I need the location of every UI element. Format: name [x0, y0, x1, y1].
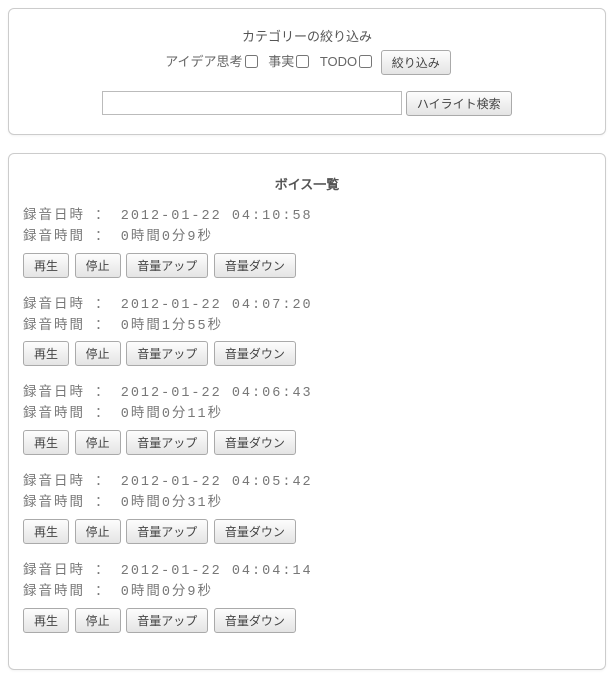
volume-down-button[interactable]: 音量ダウン [214, 253, 296, 278]
stop-button[interactable]: 停止 [75, 253, 121, 278]
voice-item: 録音日時 ： 2012-01-22 04:04:14 録音時間 ： 0時間0分9秒… [23, 562, 591, 633]
search-input[interactable] [102, 91, 402, 115]
category-option[interactable]: 事実 [268, 54, 312, 69]
meta-label-duration: 録音時間 [23, 496, 85, 511]
voice-list-title: ボイス一覧 [23, 174, 591, 193]
category-label: アイデア思考 [165, 54, 242, 69]
meta-value-datetime: 2012-01-22 04:04:14 [121, 564, 313, 579]
meta-sep: ： [95, 475, 111, 490]
meta-label-duration: 録音時間 [23, 319, 85, 334]
voice-controls: 再生 停止 音量アップ 音量ダウン [23, 608, 591, 633]
volume-up-button[interactable]: 音量アップ [126, 253, 208, 278]
volume-up-button[interactable]: 音量アップ [126, 519, 208, 544]
category-option[interactable]: アイデア思考 [165, 54, 260, 69]
filter-panel: カテゴリーの絞り込み アイデア思考 事実 TODO 絞り込み ハイライト検索 [8, 8, 606, 135]
meta-label-datetime: 録音日時 [23, 564, 85, 579]
meta-label-datetime: 録音日時 [23, 386, 85, 401]
voice-meta: 録音日時 ： 2012-01-22 04:04:14 録音時間 ： 0時間0分9秒 [23, 562, 591, 604]
stop-button[interactable]: 停止 [75, 430, 121, 455]
volume-down-button[interactable]: 音量ダウン [214, 608, 296, 633]
stop-button[interactable]: 停止 [75, 608, 121, 633]
meta-value-datetime: 2012-01-22 04:06:43 [121, 386, 313, 401]
play-button[interactable]: 再生 [23, 253, 69, 278]
meta-label-datetime: 録音日時 [23, 209, 85, 224]
volume-up-button[interactable]: 音量アップ [126, 341, 208, 366]
category-checkbox[interactable] [296, 55, 309, 68]
meta-value-duration: 0時間0分31秒 [121, 496, 223, 511]
meta-sep: ： [95, 209, 111, 224]
meta-value-duration: 0時間0分11秒 [121, 407, 223, 422]
meta-sep: ： [95, 386, 111, 401]
voice-controls: 再生 停止 音量アップ 音量ダウン [23, 341, 591, 366]
meta-value-datetime: 2012-01-22 04:10:58 [121, 209, 313, 224]
category-option[interactable]: TODO [320, 54, 375, 69]
meta-value-duration: 0時間0分9秒 [121, 230, 213, 245]
play-button[interactable]: 再生 [23, 430, 69, 455]
meta-label-duration: 録音時間 [23, 407, 85, 422]
voice-meta: 録音日時 ： 2012-01-22 04:05:42 録音時間 ： 0時間0分31… [23, 473, 591, 515]
category-label: 事実 [268, 54, 294, 69]
meta-sep: ： [95, 496, 111, 511]
voice-meta: 録音日時 ： 2012-01-22 04:10:58 録音時間 ： 0時間0分9秒 [23, 207, 591, 249]
meta-sep: ： [95, 407, 111, 422]
play-button[interactable]: 再生 [23, 341, 69, 366]
category-row: アイデア思考 事実 TODO 絞り込み [23, 50, 591, 75]
play-button[interactable]: 再生 [23, 519, 69, 544]
voice-item: 録音日時 ： 2012-01-22 04:05:42 録音時間 ： 0時間0分31… [23, 473, 591, 544]
search-row: ハイライト検索 [23, 91, 591, 116]
meta-sep: ： [95, 230, 111, 245]
meta-value-datetime: 2012-01-22 04:05:42 [121, 475, 313, 490]
meta-sep: ： [95, 564, 111, 579]
volume-up-button[interactable]: 音量アップ [126, 608, 208, 633]
meta-label-duration: 録音時間 [23, 585, 85, 600]
voice-item: 録音日時 ： 2012-01-22 04:07:20 録音時間 ： 0時間1分55… [23, 296, 591, 367]
meta-value-duration: 0時間0分9秒 [121, 585, 213, 600]
highlight-search-button[interactable]: ハイライト検索 [406, 91, 512, 116]
category-checkbox[interactable] [245, 55, 258, 68]
meta-label-datetime: 録音日時 [23, 298, 85, 313]
stop-button[interactable]: 停止 [75, 341, 121, 366]
filter-submit-button[interactable]: 絞り込み [381, 50, 451, 75]
meta-sep: ： [95, 585, 111, 600]
volume-down-button[interactable]: 音量ダウン [214, 341, 296, 366]
meta-label-duration: 録音時間 [23, 230, 85, 245]
voice-meta: 録音日時 ： 2012-01-22 04:06:43 録音時間 ： 0時間0分11… [23, 384, 591, 426]
category-label: TODO [320, 54, 357, 69]
filter-controls: カテゴリーの絞り込み アイデア思考 事実 TODO 絞り込み [23, 25, 591, 75]
voice-controls: 再生 停止 音量アップ 音量ダウン [23, 430, 591, 455]
meta-sep: ： [95, 298, 111, 313]
play-button[interactable]: 再生 [23, 608, 69, 633]
meta-value-duration: 0時間1分55秒 [121, 319, 223, 334]
voice-meta: 録音日時 ： 2012-01-22 04:07:20 録音時間 ： 0時間1分55… [23, 296, 591, 338]
stop-button[interactable]: 停止 [75, 519, 121, 544]
meta-value-datetime: 2012-01-22 04:07:20 [121, 298, 313, 313]
voice-item: 録音日時 ： 2012-01-22 04:06:43 録音時間 ： 0時間0分11… [23, 384, 591, 455]
voice-list-panel: ボイス一覧 録音日時 ： 2012-01-22 04:10:58 録音時間 ： 0… [8, 153, 606, 670]
filter-title: カテゴリーの絞り込み [23, 25, 591, 50]
meta-sep: ： [95, 319, 111, 334]
voice-controls: 再生 停止 音量アップ 音量ダウン [23, 253, 591, 278]
voice-item: 録音日時 ： 2012-01-22 04:10:58 録音時間 ： 0時間0分9秒… [23, 207, 591, 278]
volume-down-button[interactable]: 音量ダウン [214, 519, 296, 544]
voice-controls: 再生 停止 音量アップ 音量ダウン [23, 519, 591, 544]
category-checkbox[interactable] [359, 55, 372, 68]
volume-up-button[interactable]: 音量アップ [126, 430, 208, 455]
volume-down-button[interactable]: 音量ダウン [214, 430, 296, 455]
meta-label-datetime: 録音日時 [23, 475, 85, 490]
